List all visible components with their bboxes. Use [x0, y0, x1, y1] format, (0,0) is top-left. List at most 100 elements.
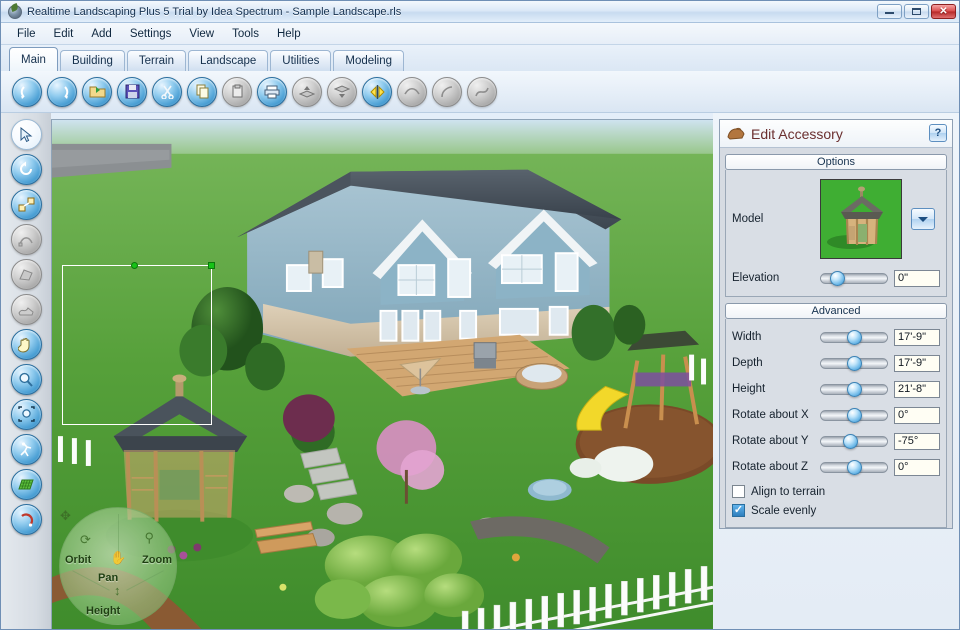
depth-value[interactable]: 17'-9": [894, 354, 940, 372]
menu-edit[interactable]: Edit: [45, 26, 83, 42]
menu-view[interactable]: View: [180, 26, 223, 42]
nav-label-orbit[interactable]: Orbit: [65, 554, 91, 566]
help-button[interactable]: ?: [929, 124, 947, 142]
grid-icon[interactable]: [10, 469, 42, 500]
menu-settings[interactable]: Settings: [121, 26, 181, 42]
align-to-terrain-label: Align to terrain: [751, 485, 826, 498]
model-dropdown-button[interactable]: [911, 208, 935, 230]
rotate-x-row: Rotate about X 0°: [732, 404, 940, 426]
maximize-button[interactable]: [904, 4, 929, 19]
tab-landscape[interactable]: Landscape: [188, 50, 269, 71]
select-arrow-icon[interactable]: [10, 119, 42, 150]
polygon-icon[interactable]: [10, 259, 42, 290]
rotate-y-slider-knob[interactable]: [843, 433, 859, 449]
undo-arc-icon[interactable]: [10, 504, 42, 535]
paste-clipboard-icon[interactable]: [222, 76, 252, 107]
height-slider-knob[interactable]: [847, 381, 862, 397]
rotate-x-slider[interactable]: [820, 407, 888, 423]
zoom-fit-icon[interactable]: [10, 399, 42, 430]
tab-strip: Main Building Terrain Landscape Utilitie…: [1, 45, 959, 71]
tab-utilities[interactable]: Utilities: [270, 50, 332, 71]
walkthrough-icon[interactable]: [10, 434, 42, 465]
app-globe-leaf-icon: [7, 2, 23, 20]
nav-label-zoom[interactable]: Zoom: [142, 554, 172, 566]
advanced-group-title: Advanced: [725, 303, 947, 319]
menu-bar: File Edit Add Settings View Tools Help: [1, 23, 959, 45]
magnifier-icon[interactable]: [10, 364, 42, 395]
panel-header: Edit Accessory ?: [720, 120, 952, 148]
scale-evenly-label: Scale evenly: [751, 504, 817, 517]
navigation-disc[interactable]: ✥ ⟳ ⚲ ✋ ↕ Orbit Zoom Pan Height: [59, 507, 177, 625]
rotate-y-value[interactable]: -75°: [894, 432, 940, 450]
menu-add[interactable]: Add: [82, 26, 120, 42]
copy-pages-icon[interactable]: [187, 76, 217, 107]
menu-file[interactable]: File: [8, 26, 45, 42]
depth-label: Depth: [732, 357, 763, 369]
nav-label-height[interactable]: Height: [86, 605, 120, 617]
move-copy-icon[interactable]: [10, 189, 42, 220]
menu-tools[interactable]: Tools: [223, 26, 268, 42]
hand-pan-icon[interactable]: [10, 329, 42, 360]
tab-building[interactable]: Building: [59, 50, 125, 71]
spline-icon[interactable]: [467, 76, 497, 107]
cut-scissors-icon[interactable]: [152, 76, 182, 107]
rotate-z-slider-knob[interactable]: [847, 459, 862, 475]
edit-shape-icon[interactable]: [10, 224, 42, 255]
3d-viewport[interactable]: ✥ ⟳ ⚲ ✋ ↕ Orbit Zoom Pan Height: [51, 119, 713, 629]
curve-icon[interactable]: [432, 76, 462, 107]
lower-object-icon[interactable]: [327, 76, 357, 107]
depth-slider[interactable]: [820, 355, 888, 371]
smooth-icon[interactable]: [397, 76, 427, 107]
nav-label-pan[interactable]: Pan: [98, 572, 118, 584]
region-icon[interactable]: [10, 294, 42, 325]
rotate-z-row: Rotate about Z 0°: [732, 456, 940, 478]
main-toolbar: [1, 71, 959, 113]
depth-row: Depth 17'-9": [732, 352, 940, 374]
save-floppy-icon[interactable]: [117, 76, 147, 107]
selection-handle-rotate[interactable]: [131, 262, 138, 269]
elevation-slider[interactable]: [820, 270, 888, 286]
orbit-glyph-icon: ⟳: [80, 532, 91, 547]
elevation-label: Elevation: [732, 272, 780, 284]
mirror-icon[interactable]: [362, 76, 392, 107]
depth-slider-knob[interactable]: [847, 355, 862, 371]
model-row: Model: [732, 177, 940, 261]
align-to-terrain-checkbox[interactable]: [732, 485, 745, 498]
tab-main[interactable]: Main: [9, 47, 58, 71]
scale-evenly-row[interactable]: Scale evenly: [732, 501, 940, 520]
scale-evenly-checkbox[interactable]: [732, 504, 745, 517]
rotate-y-slider[interactable]: [820, 433, 888, 449]
undo-icon[interactable]: [12, 76, 42, 107]
model-thumbnail[interactable]: [820, 179, 902, 259]
width-slider-knob[interactable]: [847, 329, 862, 345]
rotate-icon[interactable]: [10, 154, 42, 185]
zoom-glyph-icon: ⚲: [144, 530, 154, 545]
help-icon: ?: [934, 127, 942, 139]
selection-handle-corner[interactable]: [208, 262, 215, 269]
redo-icon[interactable]: [47, 76, 77, 107]
rotate-z-value[interactable]: 0°: [894, 458, 940, 476]
rotate-x-value[interactable]: 0°: [894, 406, 940, 424]
minimize-button[interactable]: [877, 4, 902, 19]
height-slider[interactable]: [820, 381, 888, 397]
height-value[interactable]: 21'-8": [894, 380, 940, 398]
elevation-slider-knob[interactable]: [829, 270, 845, 286]
chevron-down-icon: [918, 216, 928, 222]
print-icon[interactable]: [257, 76, 287, 107]
width-value[interactable]: 17'-9": [894, 328, 940, 346]
close-button[interactable]: ✕: [931, 4, 956, 19]
elevation-row: Elevation 0": [732, 267, 940, 289]
elevation-value[interactable]: 0": [894, 269, 940, 287]
tab-modeling[interactable]: Modeling: [333, 50, 405, 71]
width-label: Width: [732, 331, 762, 343]
rotate-x-slider-knob[interactable]: [847, 407, 862, 423]
align-to-terrain-row[interactable]: Align to terrain: [732, 482, 940, 501]
tab-terrain[interactable]: Terrain: [126, 50, 187, 71]
rotate-z-slider[interactable]: [820, 459, 888, 475]
width-slider[interactable]: [820, 329, 888, 345]
raise-object-icon[interactable]: [292, 76, 322, 107]
options-group-title: Options: [725, 154, 947, 170]
menu-help[interactable]: Help: [268, 26, 310, 42]
open-folder-icon[interactable]: [82, 76, 112, 107]
selection-box[interactable]: [62, 262, 215, 425]
